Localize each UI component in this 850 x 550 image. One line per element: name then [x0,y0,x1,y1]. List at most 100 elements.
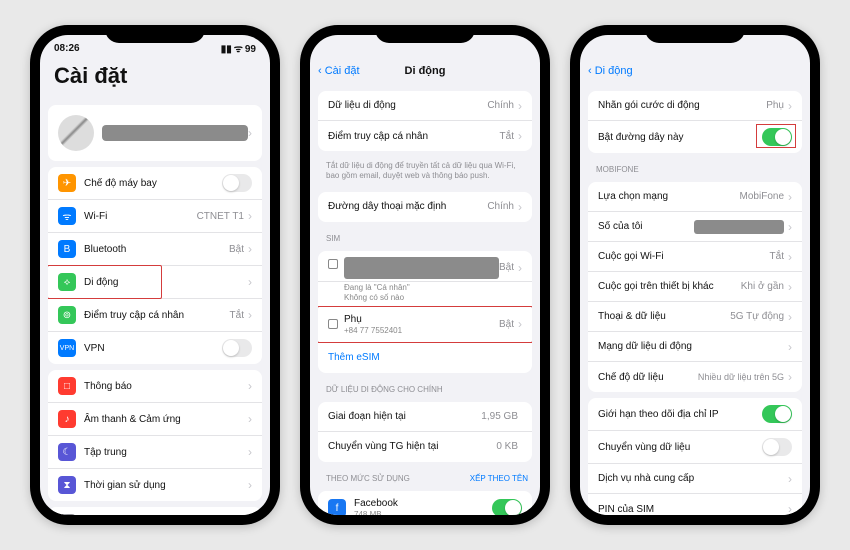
voice-data-row[interactable]: Thoại & dữ liệu5G Tự động› [588,302,802,332]
redacted-number [694,220,784,234]
nav-header: ‹ Di động [580,57,810,85]
sound-row[interactable]: ♪ Âm thanh & Cảm ứng › [48,403,262,436]
focus-row[interactable]: ☾ Tập trung › [48,436,262,469]
notifications-label: Thông báo [84,381,248,392]
chevron-right-icon: › [248,379,252,393]
airplane-label: Chế độ máy bay [84,178,222,189]
airplane-toggle[interactable] [222,174,252,192]
bluetooth-row[interactable]: B Bluetooth Bật › [48,233,262,266]
wifi-value: CTNET T1 [197,211,244,222]
notch [105,25,205,43]
header-title: Di động [405,65,446,77]
bluetooth-value: Bật [229,244,244,255]
wifi-row[interactable]: ᯤ Wi-Fi CTNET T1 › [48,200,262,233]
cellular-row[interactable]: ⟡ Di động › [48,266,262,299]
fb-toggle[interactable] [492,499,522,515]
data-mode-row[interactable]: Chế độ dữ liệuNhiều dữ liệu trên 5G› [588,362,802,392]
label: Điểm truy cập cá nhân [328,131,500,142]
sort-link[interactable]: XẾP THEO TÊN [470,474,528,483]
wifi-calling-row[interactable]: Cuộc gọi Wi-FiTắt› [588,242,802,272]
airplane-icon: ✈ [58,174,76,192]
redacted-name [102,125,248,141]
gear-icon: ⚙ [58,514,76,515]
chevron-right-icon: › [248,275,252,289]
carrier-section: MOBIFONE [580,159,810,176]
sound-label: Âm thanh & Cảm ứng [84,414,248,425]
sim-secondary-row[interactable]: Phụ+84 77 7552401 Bật› [318,307,532,343]
ip-limit-toggle[interactable] [762,405,792,423]
sim-icon [328,319,338,329]
chevron-right-icon: › [248,126,252,140]
chevron-right-icon: › [248,308,252,322]
focus-icon: ☾ [58,443,76,461]
phone-cellular: ‹ Cài đặt Di động Dữ liệu di động Chính›… [300,25,550,525]
network-row[interactable]: Lựa chọn mạngMobiFone› [588,182,802,212]
notifications-icon: □ [58,377,76,395]
data-off-note: Tắt dữ liệu di động để truyền tất cả dữ … [310,157,540,186]
sound-icon: ♪ [58,410,76,428]
antenna-icon: ⟡ [58,273,76,291]
cellular-data-row[interactable]: Dữ liệu di động Chính› [318,91,532,121]
airplane-row[interactable]: ✈ Chế độ máy bay [48,167,262,200]
data-network-row[interactable]: Mạng dữ liệu di động› [588,332,802,362]
carrier-services-row[interactable]: Dịch vụ nhà cung cấp› [588,464,802,494]
redacted-sim [344,257,499,279]
vpn-icon: VPN [58,339,76,357]
chevron-right-icon: › [248,209,252,223]
label: Dữ liệu di động [328,100,487,111]
period-row: Giai đoạn hiện tại1,95 GB [318,402,532,432]
hotspot-icon: ⊚ [58,306,76,324]
apple-id-row[interactable]: › [48,105,262,161]
hotspot-row[interactable]: ⊚ Điểm truy cập cá nhân Tắt › [48,299,262,332]
usage-section: THEO MỨC SỬ DỤNG XẾP THEO TÊN [310,468,540,485]
back-button[interactable]: ‹ Di động [588,65,633,77]
chevron-right-icon: › [248,445,252,459]
notch [375,25,475,43]
enable-line-row[interactable]: Bật đường dây này [588,121,802,153]
chevron-right-icon: › [248,412,252,426]
phone-settings: 08:26 ▮▮ᯤ99 Cài đặt › ✈ Chế độ máy bay [30,25,280,525]
screentime-icon: ⧗ [58,476,76,494]
chevron-right-icon: › [248,242,252,256]
cellular-label: Di động [84,277,248,288]
my-number-row[interactable]: Số của tôi› [588,212,802,242]
data-roaming-row[interactable]: Chuyển vùng dữ liệu [588,431,802,464]
nav-header: ‹ Cài đặt Di động [310,57,540,85]
vpn-label: VPN [84,343,222,354]
sim-pin-row[interactable]: PIN của SIM› [588,494,802,515]
app-usage-row[interactable]: f Facebook748 MB [318,491,532,515]
vpn-row[interactable]: VPN VPN [48,332,262,364]
general-row[interactable]: ⚙ Cài đặt chung › [48,507,262,515]
facebook-icon: f [328,499,346,515]
ip-limit-row[interactable]: Giới hạn theo dõi địa chỉ IP [588,398,802,431]
enable-line-toggle[interactable] [762,128,792,146]
hotspot-value: Tắt [230,310,244,321]
hotspot-row[interactable]: Điểm truy cập cá nhân Tắt› [318,121,532,151]
default-voice-row[interactable]: Đường dây thoại mặc định Chính› [318,192,532,222]
chevron-right-icon: › [248,478,252,492]
plan-label-row[interactable]: Nhãn gói cước di độngPhụ› [588,91,802,121]
avatar [58,115,94,151]
other-devices-row[interactable]: Cuộc gọi trên thiết bị khácKhi ở gần› [588,272,802,302]
back-button[interactable]: ‹ Cài đặt [318,65,360,77]
screentime-label: Thời gian sử dụng [84,480,248,491]
sim-icon [328,259,338,269]
vpn-toggle[interactable] [222,339,252,357]
data-roaming-toggle[interactable] [762,438,792,456]
sim-primary-row[interactable]: Bật› [318,251,532,282]
notifications-row[interactable]: □ Thông báo › [48,370,262,403]
add-esim-link[interactable]: Thêm eSIM [328,352,522,363]
wifi-icon: ᯤ [58,207,76,225]
roaming-row: Chuyển vùng TG hiện tại0 KB [318,432,532,462]
notch [645,25,745,43]
bluetooth-icon: B [58,240,76,258]
hotspot-label: Điểm truy cập cá nhân [84,310,230,321]
focus-label: Tập trung [84,447,248,458]
sim-section: SIM [310,228,540,245]
add-esim-row[interactable]: Thêm eSIM [318,343,532,373]
screentime-row[interactable]: ⧗ Thời gian sử dụng › [48,469,262,501]
status-icons: ▮▮ᯤ99 [219,41,256,55]
data-section: DỮ LIỆU DI ĐỘNG CHO CHÍNH [310,379,540,396]
bluetooth-label: Bluetooth [84,244,229,255]
sim-primary-sub: Đang là "Cá nhân"Không có số nào [318,282,532,307]
